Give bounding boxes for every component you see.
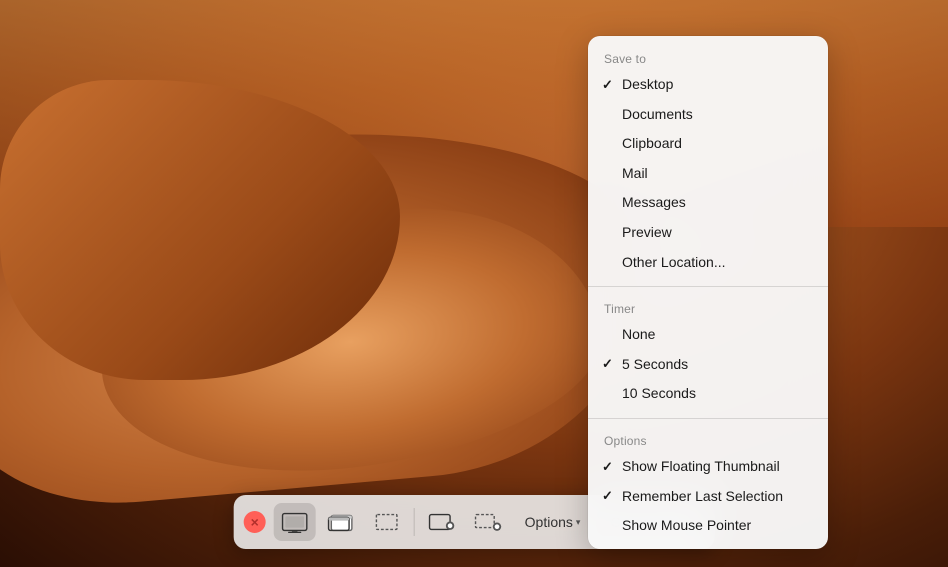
- capture-window-button[interactable]: [320, 503, 362, 541]
- options-button[interactable]: Options ▾: [513, 508, 593, 536]
- record-selection-icon: [474, 511, 502, 533]
- options-label: Options: [525, 514, 573, 530]
- close-button[interactable]: [244, 511, 266, 533]
- options-section: Options ✓ Show Floating Thumbnail ✓ Reme…: [588, 424, 828, 549]
- separator-2: [588, 418, 828, 419]
- menu-item-desktop[interactable]: ✓ Desktop: [588, 70, 828, 100]
- capture-selection-button[interactable]: [366, 503, 408, 541]
- record-entire-screen-button[interactable]: [421, 503, 463, 541]
- timer-section: Timer None ✓ 5 Seconds 10 Seconds: [588, 292, 828, 413]
- save-to-label: Save to: [588, 42, 828, 70]
- capture-selection-icon: [373, 511, 401, 533]
- menu-item-10-seconds[interactable]: 10 Seconds: [588, 379, 828, 409]
- record-entire-screen-icon: [428, 511, 456, 533]
- check-remember-selection: ✓: [602, 487, 613, 505]
- menu-item-show-mouse-pointer[interactable]: Show Mouse Pointer: [588, 511, 828, 541]
- separator-1: [588, 286, 828, 287]
- menu-item-other-location[interactable]: Other Location...: [588, 248, 828, 278]
- menu-item-mail[interactable]: Mail: [588, 159, 828, 189]
- toolbar-divider-1: [414, 508, 415, 536]
- capture-entire-screen-button[interactable]: [274, 503, 316, 541]
- menu-item-remember-last-selection[interactable]: ✓ Remember Last Selection: [588, 482, 828, 512]
- menu-item-preview[interactable]: Preview: [588, 218, 828, 248]
- menu-item-messages[interactable]: Messages: [588, 188, 828, 218]
- check-desktop: ✓: [602, 76, 613, 94]
- menu-item-none[interactable]: None: [588, 320, 828, 350]
- timer-label: Timer: [588, 292, 828, 320]
- check-5-seconds: ✓: [602, 355, 613, 373]
- menu-item-show-floating-thumbnail[interactable]: ✓ Show Floating Thumbnail: [588, 452, 828, 482]
- menu-item-clipboard[interactable]: Clipboard: [588, 129, 828, 159]
- record-selection-button[interactable]: [467, 503, 509, 541]
- menu-item-5-seconds[interactable]: ✓ 5 Seconds: [588, 350, 828, 380]
- save-to-section: Save to ✓ Desktop Documents Clipboard Ma…: [588, 36, 828, 281]
- check-floating-thumbnail: ✓: [602, 458, 613, 476]
- capture-window-icon: [327, 511, 355, 533]
- options-section-label: Options: [588, 424, 828, 452]
- chevron-down-icon: ▾: [576, 517, 581, 528]
- menu-item-documents[interactable]: Documents: [588, 100, 828, 130]
- capture-entire-screen-icon: [281, 511, 309, 533]
- options-dropdown: Save to ✓ Desktop Documents Clipboard Ma…: [588, 36, 828, 549]
